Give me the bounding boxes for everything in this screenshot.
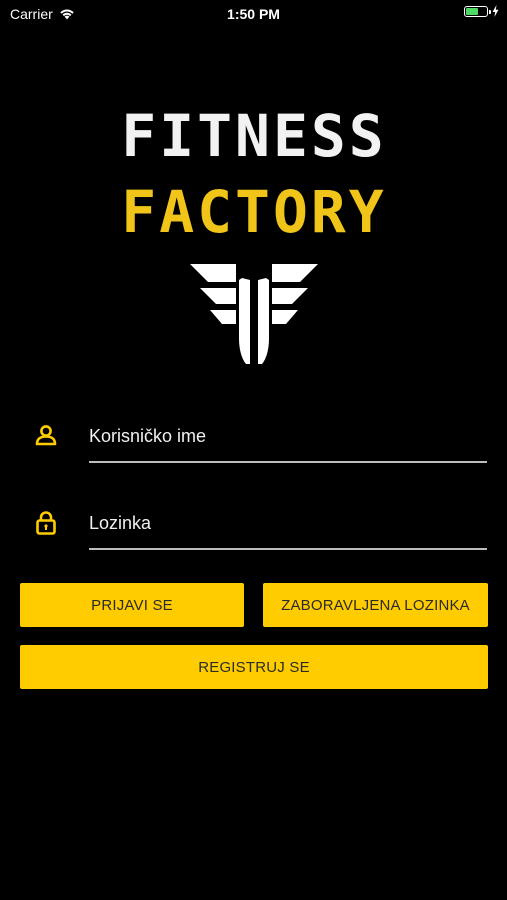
status-bar: Carrier 1:50 PM: [0, 0, 507, 28]
logo-line-fitness: FITNESS: [121, 102, 387, 170]
password-underline: [89, 548, 487, 550]
register-button[interactable]: REGISTRUJ SE: [20, 645, 488, 689]
battery-group: [464, 5, 499, 17]
password-field: [20, 493, 488, 553]
username-underline: [89, 461, 487, 463]
login-button[interactable]: PRIJAVI SE: [20, 583, 244, 627]
fitness-factory-logo: FITNESS FACTORY: [98, 104, 410, 244]
clock: 1:50 PM: [227, 6, 280, 22]
forgot-password-button[interactable]: ZABORAVLJENA LOZINKA: [263, 583, 488, 627]
wings-emblem-icon: [190, 264, 318, 364]
charging-bolt-icon: [492, 5, 499, 17]
username-input[interactable]: [89, 416, 487, 456]
username-field: [20, 406, 488, 466]
battery-level: [466, 7, 478, 15]
password-input[interactable]: [89, 503, 487, 543]
user-icon: [35, 425, 57, 446]
battery-icon: [464, 5, 491, 17]
logo-line-factory: FACTORY: [121, 178, 387, 246]
lock-icon: [36, 511, 56, 535]
